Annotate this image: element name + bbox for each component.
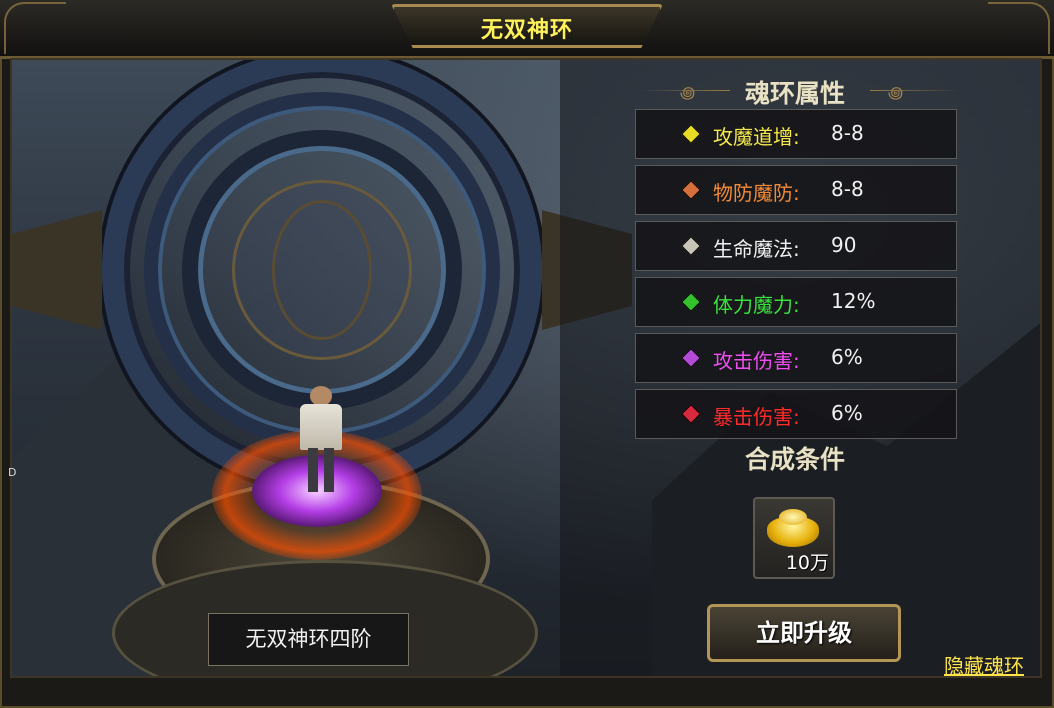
gold-ingot-top — [779, 509, 807, 525]
stage-label: 无双神环四阶 — [208, 613, 409, 666]
attribute-label: 暴击伤害: — [713, 405, 800, 429]
attribute-row: 攻魔道增: 8-8 — [635, 109, 957, 159]
attribute-value: 90 — [831, 233, 857, 257]
corner-ornament-left-icon — [4, 2, 66, 54]
attribute-label: 体力魔力: — [713, 293, 800, 317]
gem-purple-icon — [681, 348, 701, 368]
window-title: 无双神环 — [480, 18, 573, 43]
attribute-label: 攻击伤害: — [713, 349, 800, 373]
armillary-hoop — [272, 200, 372, 340]
attribute-label: 物防魔防: — [713, 181, 800, 205]
gem-yellow-icon — [681, 124, 701, 144]
synthesis-title: 合成条件 — [744, 445, 845, 474]
attribute-value: 6% — [831, 401, 863, 425]
attribute-value: 8-8 — [831, 177, 864, 201]
attribute-row: 体力魔力: 12% — [635, 277, 957, 327]
section-divider-right — [870, 90, 960, 91]
corner-ornament-right-icon — [988, 2, 1050, 54]
item-count: 10万 — [785, 552, 829, 574]
attribute-label: 生命魔法: — [713, 237, 800, 261]
cloud-ornament-right-icon: ꩜ — [888, 83, 904, 102]
cloud-ornament-left-icon: ꩜ — [680, 83, 696, 102]
gem-white-icon — [681, 236, 701, 256]
attribute-row: 生命魔法: 90 — [635, 221, 957, 271]
attribute-row: 攻击伤害: 6% — [635, 333, 957, 383]
attribute-value: 12% — [831, 289, 876, 313]
attribute-label: 攻魔道增: — [713, 125, 800, 149]
edge-marker: D — [8, 466, 17, 479]
hide-ring-link[interactable]: 隐藏魂环 — [944, 650, 1024, 679]
gem-red-icon — [681, 404, 701, 424]
attribute-value: 8-8 — [831, 121, 864, 145]
attribute-row: 物防魔防: 8-8 — [635, 165, 957, 215]
character-head — [310, 386, 332, 406]
character-torso — [300, 404, 342, 450]
gem-orange-icon — [681, 180, 701, 200]
upgrade-button[interactable]: 立即升级 — [707, 604, 901, 662]
cost-item-slot[interactable]: 10万 — [753, 497, 835, 579]
attributes-title: 魂环属性 — [744, 79, 845, 108]
character-leg-right — [324, 448, 334, 492]
character-leg-left — [308, 448, 318, 492]
gem-green-icon — [681, 292, 701, 312]
attribute-row: 暴击伤害: 6% — [635, 389, 957, 439]
attribute-value: 6% — [831, 345, 863, 369]
